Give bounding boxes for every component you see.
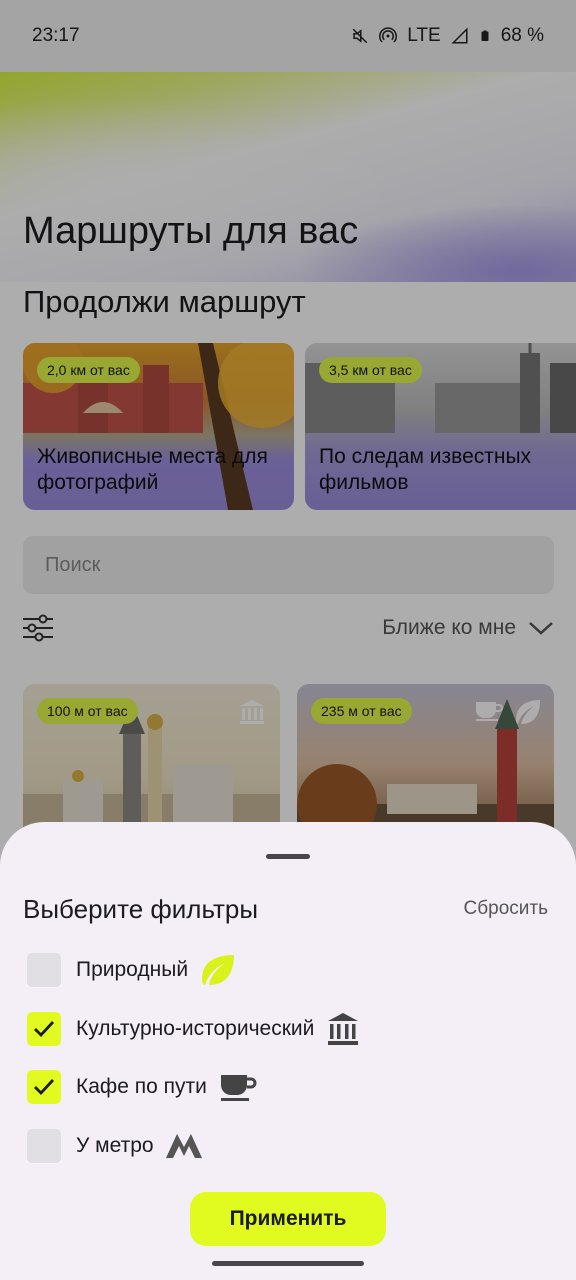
filter-option-nature[interactable]: Природный <box>27 952 236 988</box>
filter-label: У метро <box>76 1134 154 1157</box>
checkbox[interactable] <box>27 1012 61 1046</box>
filter-label: Культурно-исторический <box>76 1017 315 1040</box>
filter-option-cafe[interactable]: Кафе по пути <box>27 1069 257 1105</box>
coffee-cup-icon <box>219 1072 257 1102</box>
apply-button[interactable]: Применить <box>190 1192 386 1246</box>
filter-label: Природный <box>76 958 189 981</box>
checkbox[interactable] <box>27 953 61 987</box>
reset-button[interactable]: Сбросить <box>464 898 548 920</box>
museum-icon <box>326 1011 360 1047</box>
checkbox[interactable] <box>27 1129 61 1163</box>
filter-label: Кафе по пути <box>76 1075 207 1098</box>
filters-bottom-sheet: Выберите фильтры Сбросить Природный Куль… <box>0 822 576 1280</box>
gesture-nav-bar[interactable] <box>212 1261 364 1266</box>
leaf-icon <box>200 953 236 987</box>
checkbox[interactable] <box>27 1070 61 1104</box>
sheet-title: Выберите фильтры <box>23 894 259 924</box>
filter-option-metro[interactable]: У метро <box>27 1128 202 1164</box>
checkmark-icon <box>34 1021 55 1038</box>
metro-icon <box>165 1133 202 1159</box>
filter-option-cultural[interactable]: Культурно-исторический <box>27 1011 360 1047</box>
drag-handle[interactable] <box>266 854 310 859</box>
checkmark-icon <box>34 1079 55 1096</box>
